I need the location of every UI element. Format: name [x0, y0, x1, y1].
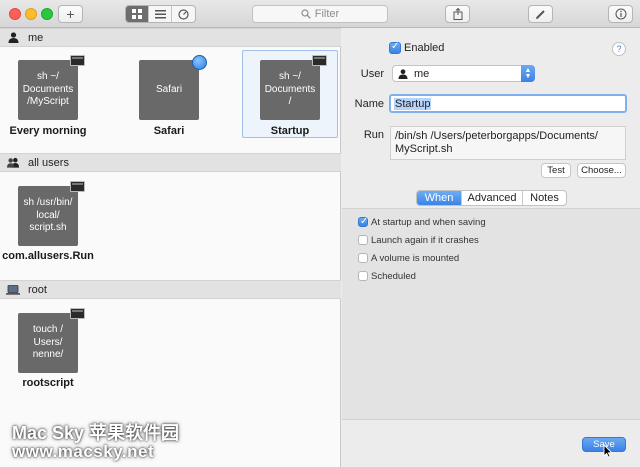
group-icon — [6, 157, 20, 169]
name-label: Name — [354, 98, 384, 110]
option-scheduled-checkbox[interactable] — [358, 271, 368, 281]
person-icon — [398, 68, 408, 79]
view-mode-segmented-control — [125, 5, 196, 23]
terminal-icon — [70, 181, 85, 192]
section-title: root — [28, 283, 47, 296]
enabled-checkbox[interactable] — [389, 41, 401, 54]
help-button[interactable]: ? — [612, 42, 626, 56]
list-view-icon[interactable] — [149, 6, 172, 22]
user-select-value: me — [414, 67, 430, 80]
section-header-root: root — [0, 280, 341, 299]
enabled-label: Enabled — [404, 42, 445, 54]
item-tile: touch / Users/ nenne/ — [18, 313, 78, 373]
option-relaunch-label: Launch again if it crashes — [371, 235, 479, 246]
terminal-icon — [312, 55, 327, 66]
item-browser: me sh ~/ Documents /MyScript Every morni… — [0, 28, 341, 467]
item-startup[interactable]: sh ~/ Documents / Startup — [242, 50, 338, 138]
user-label: User — [360, 68, 384, 80]
share-icon — [453, 8, 462, 20]
option-relaunch-checkbox[interactable] — [358, 235, 368, 245]
section-header-me: me — [0, 28, 341, 47]
option-volume-label: A volume is mounted — [371, 253, 460, 264]
item-rootscript[interactable]: touch / Users/ nenne/ rootscript — [0, 303, 96, 391]
add-item-button[interactable]: + — [58, 5, 83, 23]
share-button[interactable] — [445, 5, 470, 23]
item-safari[interactable]: Safari Safari — [121, 50, 217, 138]
section-title: me — [28, 31, 44, 44]
gauge-view-icon[interactable] — [172, 6, 195, 22]
section-header-all-users: all users — [0, 153, 341, 172]
toolbar: + Filter — [0, 0, 640, 28]
minimize-window-button[interactable] — [25, 8, 37, 20]
item-label: Safari — [153, 125, 185, 137]
mouse-cursor-icon — [603, 444, 613, 458]
terminal-icon — [70, 55, 85, 66]
option-scheduled-label: Scheduled — [371, 271, 416, 282]
search-icon — [301, 9, 311, 19]
item-label: rootscript — [22, 377, 74, 389]
laptop-icon — [6, 284, 20, 296]
safari-compass-icon — [192, 55, 207, 70]
item-tile: sh /usr/bin/ local/ script.sh — [18, 186, 78, 246]
section-title: all users — [28, 156, 69, 169]
filter-placeholder: Filter — [314, 8, 340, 20]
tab-advanced[interactable]: Advanced — [462, 191, 523, 205]
watermark-url: www.macsky.net — [12, 442, 155, 461]
name-field-value: Startup — [394, 97, 432, 110]
run-label: Run — [363, 129, 384, 141]
test-button[interactable]: Test — [541, 163, 571, 178]
option-startup-checkbox[interactable] — [358, 216, 368, 227]
item-label: Startup — [270, 125, 310, 137]
item-label: Every morning — [9, 125, 87, 137]
item-tile: sh ~/ Documents / — [260, 60, 320, 120]
pencil-icon — [536, 9, 545, 19]
item-tile: sh ~/ Documents /MyScript — [18, 60, 78, 120]
info-icon — [615, 8, 626, 20]
choose-button[interactable]: Choose... — [577, 163, 626, 178]
edit-button[interactable] — [528, 5, 553, 23]
close-window-button[interactable] — [9, 8, 21, 20]
item-com-allusers-run[interactable]: sh /usr/bin/ local/ script.sh com.alluse… — [0, 176, 96, 264]
grid-view-icon[interactable] — [126, 6, 149, 22]
item-label: com.allusers.Run — [2, 250, 94, 262]
tab-notes[interactable]: Notes — [523, 191, 566, 205]
item-tile: Safari — [139, 60, 199, 120]
item-every-morning[interactable]: sh ~/ Documents /MyScript Every morning — [0, 50, 96, 138]
terminal-icon — [70, 308, 85, 319]
person-icon — [6, 32, 20, 44]
user-select[interactable]: me ▲ ▼ — [392, 65, 535, 82]
option-startup-label: At startup and when saving — [371, 217, 486, 228]
filter-search-field[interactable]: Filter — [252, 5, 388, 23]
option-volume-checkbox[interactable] — [358, 253, 368, 263]
name-field[interactable]: Startup — [389, 94, 627, 113]
run-command-field[interactable]: /bin/sh /Users/peterborgapps/Documents/ … — [390, 126, 626, 160]
select-stepper-icon: ▲ ▼ — [521, 65, 535, 82]
detail-tabs: When Advanced Notes — [416, 190, 567, 206]
info-button[interactable] — [608, 5, 633, 23]
tab-when[interactable]: When — [417, 191, 462, 205]
zoom-window-button[interactable] — [41, 8, 53, 20]
